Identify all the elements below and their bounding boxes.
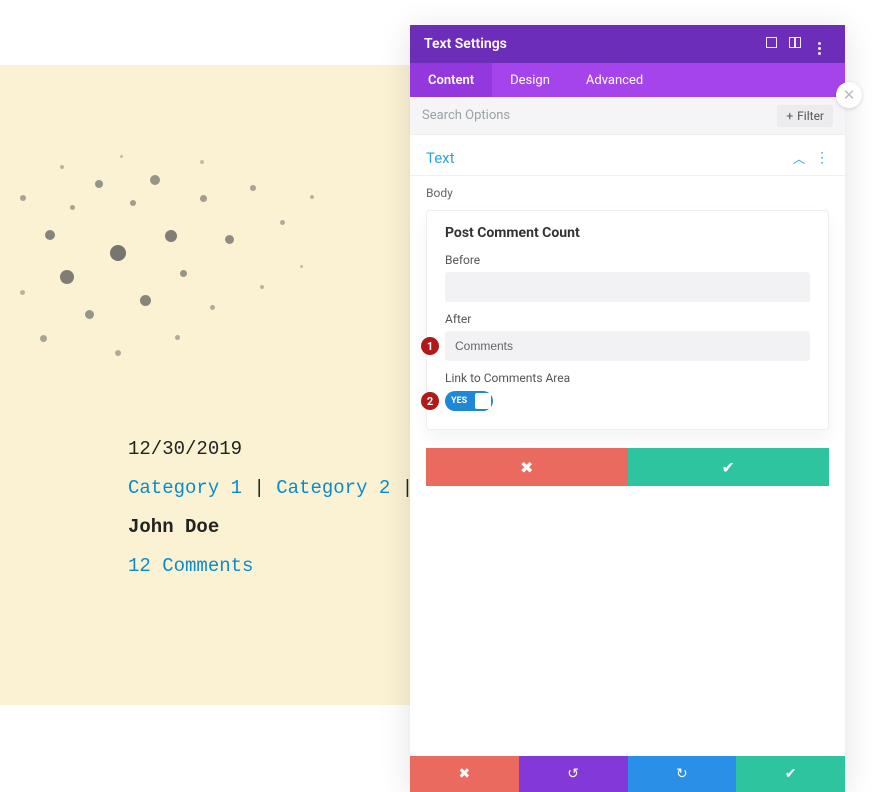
- section-header[interactable]: Text ︿ ⋮: [410, 135, 845, 176]
- section-title: Text: [426, 149, 789, 167]
- card-title: Post Comment Count: [445, 225, 810, 241]
- annotation-badge-2: 2: [421, 392, 439, 410]
- search-input[interactable]: Search Options: [422, 108, 777, 123]
- post-comment-count-card: Post Comment Count Before After 1 Link t…: [426, 210, 829, 430]
- footer-save-button[interactable]: ✔: [736, 756, 845, 792]
- footer-cancel-button[interactable]: ✖: [410, 756, 519, 792]
- category-link[interactable]: Category 1: [128, 477, 242, 499]
- tab-advanced[interactable]: Advanced: [568, 63, 661, 97]
- panel-spacer: [410, 486, 845, 756]
- discard-button[interactable]: ✖: [426, 448, 628, 486]
- link-comments-toggle[interactable]: YES: [445, 391, 493, 411]
- chevron-up-icon[interactable]: ︿: [789, 150, 809, 167]
- splatter-decoration: [0, 135, 360, 425]
- category-sep: |: [253, 477, 276, 499]
- link-to-comments-label: Link to Comments Area: [445, 371, 810, 385]
- before-input[interactable]: [445, 272, 810, 302]
- after-input[interactable]: [445, 331, 810, 361]
- panel-footer: ✖ ↺ ↻ ✔: [410, 756, 845, 792]
- plus-icon: +: [786, 109, 793, 123]
- filter-label: Filter: [797, 109, 824, 123]
- confirm-button[interactable]: ✔: [628, 448, 830, 486]
- panel-tabs: Content Design Advanced: [410, 63, 845, 97]
- text-settings-panel: Text Settings Content Design Advanced Se…: [410, 25, 845, 792]
- filter-button[interactable]: + Filter: [777, 105, 833, 127]
- footer-undo-button[interactable]: ↺: [519, 756, 628, 792]
- tab-design[interactable]: Design: [492, 63, 568, 97]
- body-label: Body: [410, 176, 845, 204]
- panel-title: Text Settings: [424, 36, 759, 52]
- after-label: After: [445, 312, 810, 326]
- search-bar: Search Options + Filter: [410, 97, 845, 135]
- tab-content[interactable]: Content: [410, 63, 492, 97]
- expand-icon[interactable]: [759, 37, 783, 52]
- category-link[interactable]: Category 2: [276, 477, 390, 499]
- close-panel-button[interactable]: ✕: [836, 82, 862, 108]
- layout-toggle-icon[interactable]: [783, 37, 807, 52]
- card-action-bar: ✖ ✔: [426, 448, 829, 486]
- section-more-icon[interactable]: ⋮: [809, 150, 829, 166]
- before-label: Before: [445, 253, 810, 267]
- toggle-yes-label: YES: [451, 396, 467, 406]
- close-icon: ✖: [520, 458, 533, 477]
- check-icon: ✔: [722, 458, 735, 477]
- annotation-badge-1: 1: [421, 337, 439, 355]
- more-icon[interactable]: [807, 34, 831, 55]
- panel-titlebar: Text Settings: [410, 25, 845, 63]
- footer-redo-button[interactable]: ↻: [628, 756, 737, 792]
